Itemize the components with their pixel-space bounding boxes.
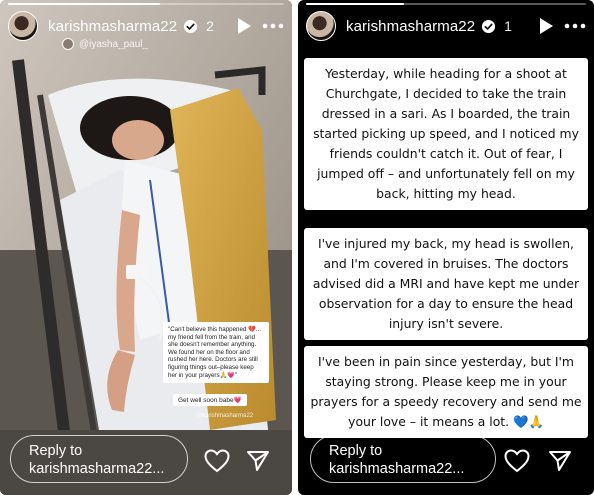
verified-badge-icon [482,19,496,33]
story-text-paragraph-2: I've injured my back, my head is swollen… [304,228,588,340]
username[interactable]: karishmasharma22 [48,18,177,35]
play-icon[interactable] [538,17,554,35]
story-left[interactable]: karishmasharma22 2 @iyasha_paul_ "Can't … [0,0,292,495]
more-icon[interactable] [564,23,586,29]
heart-icon[interactable] [504,449,530,473]
avatar[interactable] [306,11,336,41]
story-text-paragraph-1: Yesterday, while heading for a shoot at … [304,58,588,210]
reply-input[interactable]: Reply to karishmasharma22... [10,435,188,483]
story-header: karishmasharma22 1 [306,10,586,42]
caption-sticker: "Can't believe this happened 💔... my fri… [163,322,269,384]
story-comparison: karishmasharma22 2 @iyasha_paul_ "Can't … [0,0,594,495]
send-icon[interactable] [548,449,572,473]
avatar[interactable] [8,11,38,41]
story-progress-fill [8,3,160,5]
story-time: 1 [504,18,512,34]
verified-badge-icon [184,19,198,33]
reply-line-1: Reply to [329,443,383,459]
send-icon[interactable] [246,449,270,473]
story-text-paragraph-3: I've been in pain since yesterday, but I… [304,346,588,438]
mention-username: @iyasha_paul_ [79,38,149,50]
story-progress-fill [306,3,404,5]
story-right[interactable]: karishmasharma22 1 Yesterday, while head… [298,0,594,495]
get-well-sticker: Get well soon babe💗 [173,394,247,406]
more-icon[interactable] [262,23,284,29]
hospital-photo [0,0,292,495]
story-time: 2 [206,18,214,34]
username[interactable]: karishmasharma22 [346,18,475,35]
story-progress-bar [8,3,284,5]
reply-line-1: Reply to [29,443,83,459]
reply-input[interactable]: Reply to karishmasharma22... [310,435,496,483]
story-progress-bar [306,3,586,5]
play-icon[interactable] [236,17,252,35]
mention-tag-sticker[interactable]: @karishmasharma22 [196,413,253,419]
reply-line-2: karishmasharma22... [329,461,465,477]
reply-line-2: karishmasharma22... [29,461,165,477]
mention-row[interactable]: @iyasha_paul_ [62,38,148,50]
mention-avatar [62,38,74,50]
heart-icon[interactable] [204,449,230,473]
